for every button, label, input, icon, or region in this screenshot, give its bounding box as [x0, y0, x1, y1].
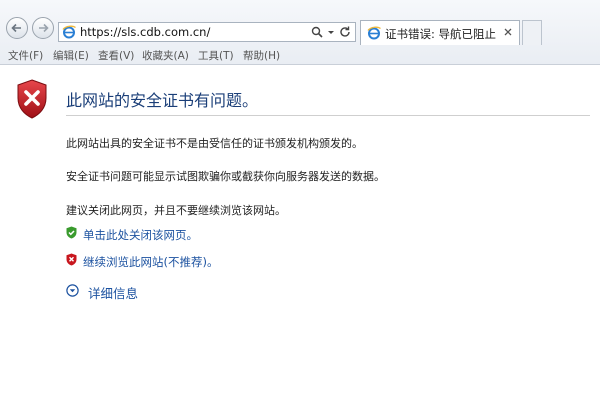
address-url[interactable]: https://sls.cdb.com.cn/	[80, 25, 210, 39]
search-icon	[311, 26, 323, 38]
tab-title: 证书错误: 导航已阻止	[385, 27, 497, 41]
browser-chrome: https://sls.cdb.com.cn/ 证书错误: 导航已阻止 文件(F…	[0, 0, 600, 65]
refresh-icon	[340, 26, 350, 37]
search-button[interactable]	[311, 25, 323, 39]
green-shield-check-icon	[66, 226, 77, 239]
forward-button[interactable]	[32, 17, 54, 39]
more-info-link[interactable]: 详细信息	[88, 283, 138, 302]
close-page-link[interactable]: 单击此处关闭该网页。	[83, 227, 198, 243]
menu-file[interactable]: 文件(F)	[8, 48, 43, 63]
divider	[66, 115, 590, 116]
ie-logo-icon	[62, 25, 76, 39]
menu-edit[interactable]: 编辑(E)	[53, 48, 89, 63]
recommendation-text: 建议关闭此网页，并且不要继续浏览该网站。	[66, 204, 286, 217]
ie-logo-icon	[367, 26, 381, 40]
menu-tools[interactable]: 工具(T)	[198, 48, 234, 63]
risk-text: 安全证书问题可能显示试图欺骗你或截获你向服务器发送的数据。	[66, 170, 385, 183]
dropdown-icon	[328, 31, 334, 34]
menu-view[interactable]: 查看(V)	[98, 48, 134, 63]
explanation-text: 此网站出具的安全证书不是由受信任的证书颁发机构颁发的。	[66, 137, 363, 150]
address-bar[interactable]: https://sls.cdb.com.cn/	[58, 22, 356, 42]
back-button[interactable]	[6, 17, 28, 39]
menu-bar: 文件(F) 编辑(E) 查看(V) 收藏夹(A) 工具(T) 帮助(H)	[0, 46, 600, 64]
refresh-button[interactable]	[339, 25, 351, 39]
back-arrow-icon	[11, 23, 21, 33]
address-dropdown[interactable]	[327, 25, 335, 39]
active-tab[interactable]: 证书错误: 导航已阻止	[360, 20, 520, 45]
close-icon[interactable]	[502, 26, 514, 38]
page-title: 此网站的安全证书有问题。	[66, 91, 259, 110]
warning-shield-icon	[17, 79, 47, 119]
forward-arrow-icon	[39, 23, 49, 33]
new-tab-button[interactable]	[522, 20, 542, 45]
menu-favorites[interactable]: 收藏夹(A)	[142, 48, 189, 63]
menu-help[interactable]: 帮助(H)	[243, 48, 280, 63]
red-shield-x-icon	[66, 253, 77, 266]
continue-to-site-link[interactable]: 继续浏览此网站(不推荐)。	[83, 254, 218, 270]
chevron-down-circle-icon[interactable]	[66, 284, 79, 297]
